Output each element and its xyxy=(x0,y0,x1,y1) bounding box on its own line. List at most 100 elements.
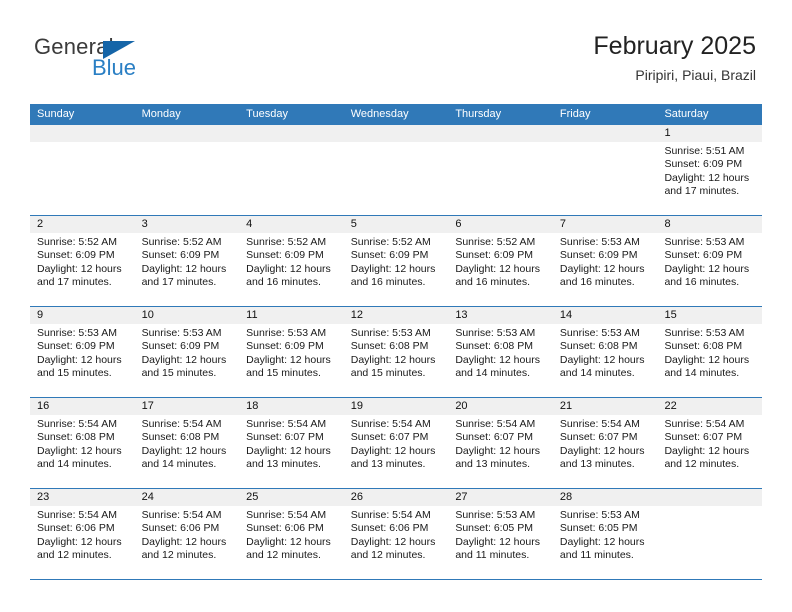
day-cell-2[interactable]: 2 Sunrise: 5:52 AM Sunset: 6:09 PM Dayli… xyxy=(30,216,135,306)
sunrise-text: Sunrise: 5:52 AM xyxy=(37,236,117,248)
day-cell-19[interactable]: 19 Sunrise: 5:54 AM Sunset: 6:07 PM Dayl… xyxy=(344,398,449,488)
day-sun-info: Sunrise: 5:53 AM Sunset: 6:08 PM Dayligh… xyxy=(351,324,443,381)
day-cell-13[interactable]: 13 Sunrise: 5:53 AM Sunset: 6:08 PM Dayl… xyxy=(448,307,553,397)
day-cell-11[interactable]: 11 Sunrise: 5:53 AM Sunset: 6:09 PM Dayl… xyxy=(239,307,344,397)
daylight-text-line2: and 15 minutes. xyxy=(37,367,112,380)
day-cell-empty xyxy=(553,125,658,215)
daylight-text-line1: Daylight: 12 hours xyxy=(37,353,122,366)
sunset-text: Sunset: 6:06 PM xyxy=(350,522,429,535)
sunset-text: Sunset: 6:09 PM xyxy=(455,249,533,262)
daylight-text-line1: Daylight: 12 hours xyxy=(559,353,645,366)
sunset-text: Sunset: 6:06 PM xyxy=(37,522,115,535)
day-cell-25[interactable]: 25 Sunrise: 5:54 AM Sunset: 6:06 PM Dayl… xyxy=(239,489,344,579)
day-cell-3[interactable]: 3 Sunrise: 5:52 AM Sunset: 6:09 PM Dayli… xyxy=(135,216,240,306)
sunset-text: Sunset: 6:08 PM xyxy=(141,431,220,444)
daylight-text-line2: and 14 minutes. xyxy=(141,458,217,471)
daylight-text-line1: Daylight: 12 hours xyxy=(559,262,645,275)
day-cell-24[interactable]: 24 Sunrise: 5:54 AM Sunset: 6:06 PM Dayl… xyxy=(135,489,240,579)
sunrise-text: Sunrise: 5:53 AM xyxy=(350,327,431,339)
sunrise-text: Sunrise: 5:51 AM xyxy=(664,145,745,157)
sunset-text: Sunset: 6:09 PM xyxy=(246,340,324,353)
day-cell-7[interactable]: 7 Sunrise: 5:53 AM Sunset: 6:09 PM Dayli… xyxy=(553,216,658,306)
weekday-header-thursday: Thursday xyxy=(455,108,502,120)
day-number: 5 xyxy=(350,218,357,230)
daylight-text-line1: Daylight: 12 hours xyxy=(246,262,331,275)
weekday-header-monday: Monday xyxy=(141,108,181,120)
sunset-text: Sunset: 6:07 PM xyxy=(455,431,533,444)
page-title: February 2025 xyxy=(593,32,756,60)
daylight-text-line2: and 17 minutes. xyxy=(141,276,217,289)
day-sun-info: Sunrise: 5:52 AM Sunset: 6:09 PM Dayligh… xyxy=(37,233,129,290)
day-cell-8[interactable]: 8 Sunrise: 5:53 AM Sunset: 6:09 PM Dayli… xyxy=(657,216,762,306)
sunrise-text: Sunrise: 5:52 AM xyxy=(455,236,536,248)
day-cell-23[interactable]: 23 Sunrise: 5:54 AM Sunset: 6:06 PM Dayl… xyxy=(30,489,135,579)
day-cell-1[interactable]: 1 Sunrise: 5:51 AM Sunset: 6:09 PM Dayli… xyxy=(657,125,762,215)
day-number: 22 xyxy=(664,400,677,412)
general-blue-logo[interactable]: General Blue xyxy=(34,36,224,86)
daylight-text-line1: Daylight: 12 hours xyxy=(350,262,436,275)
daylight-text-line2: and 15 minutes. xyxy=(141,367,217,380)
sunrise-text: Sunrise: 5:53 AM xyxy=(559,236,640,248)
day-number: 18 xyxy=(246,400,259,412)
day-cell-empty xyxy=(448,125,553,215)
daylight-text-line1: Daylight: 12 hours xyxy=(246,444,331,457)
grid-bottom-border xyxy=(30,579,762,580)
sunrise-text: Sunrise: 5:54 AM xyxy=(37,509,117,521)
day-cell-16[interactable]: 16 Sunrise: 5:54 AM Sunset: 6:08 PM Dayl… xyxy=(30,398,135,488)
sunset-text: Sunset: 6:05 PM xyxy=(559,522,638,535)
day-cell-15[interactable]: 15 Sunrise: 5:53 AM Sunset: 6:08 PM Dayl… xyxy=(657,307,762,397)
day-cell-10[interactable]: 10 Sunrise: 5:53 AM Sunset: 6:09 PM Dayl… xyxy=(135,307,240,397)
daylight-text-line1: Daylight: 12 hours xyxy=(37,535,122,548)
day-cell-17[interactable]: 17 Sunrise: 5:54 AM Sunset: 6:08 PM Dayl… xyxy=(135,398,240,488)
day-number: 9 xyxy=(37,309,44,321)
daylight-text-line1: Daylight: 12 hours xyxy=(350,444,436,457)
daylight-text-line2: and 11 minutes. xyxy=(455,549,530,562)
page-subtitle: Piripiri, Piaui, Brazil xyxy=(635,66,756,83)
daylight-text-line1: Daylight: 12 hours xyxy=(141,444,227,457)
daylight-text-line2: and 15 minutes. xyxy=(350,367,426,380)
daylight-text-line2: and 14 minutes. xyxy=(559,367,635,380)
daylight-text-line2: and 16 minutes. xyxy=(559,276,635,289)
weeks-container: 1 Sunrise: 5:51 AM Sunset: 6:09 PM Dayli… xyxy=(30,125,762,579)
day-number: 25 xyxy=(246,491,259,503)
day-cell-empty xyxy=(344,125,449,215)
day-number: 21 xyxy=(559,400,573,412)
day-cell-18[interactable]: 18 Sunrise: 5:54 AM Sunset: 6:07 PM Dayl… xyxy=(239,398,344,488)
sunset-text: Sunset: 6:09 PM xyxy=(246,249,324,262)
day-cell-14[interactable]: 14 Sunrise: 5:53 AM Sunset: 6:08 PM Dayl… xyxy=(553,307,658,397)
daylight-text-line2: and 17 minutes. xyxy=(37,276,112,289)
sunrise-text: Sunrise: 5:54 AM xyxy=(350,418,431,430)
day-number: 7 xyxy=(559,218,567,230)
day-number: 1 xyxy=(664,127,671,139)
day-cell-12[interactable]: 12 Sunrise: 5:53 AM Sunset: 6:08 PM Dayl… xyxy=(344,307,449,397)
day-cell-6[interactable]: 6 Sunrise: 5:52 AM Sunset: 6:09 PM Dayli… xyxy=(448,216,553,306)
sunrise-text: Sunrise: 5:52 AM xyxy=(246,236,327,248)
weekday-header-friday: Friday xyxy=(559,108,591,120)
day-cell-21[interactable]: 21 Sunrise: 5:54 AM Sunset: 6:07 PM Dayl… xyxy=(553,398,658,488)
day-cell-9[interactable]: 9 Sunrise: 5:53 AM Sunset: 6:09 PM Dayli… xyxy=(30,307,135,397)
daylight-text-line1: Daylight: 12 hours xyxy=(350,353,436,366)
daylight-text-line2: and 13 minutes. xyxy=(559,458,635,471)
day-cell-4[interactable]: 4 Sunrise: 5:52 AM Sunset: 6:09 PM Dayli… xyxy=(239,216,344,306)
day-cell-20[interactable]: 20 Sunrise: 5:54 AM Sunset: 6:07 PM Dayl… xyxy=(448,398,553,488)
logo-text-blue: Blue xyxy=(92,55,137,80)
day-number: 20 xyxy=(455,400,468,412)
sunset-text: Sunset: 6:05 PM xyxy=(455,522,533,535)
daylight-text-line1: Daylight: 12 hours xyxy=(37,262,122,275)
day-cell-27[interactable]: 27 Sunrise: 5:53 AM Sunset: 6:05 PM Dayl… xyxy=(448,489,553,579)
daylight-text-line2: and 13 minutes. xyxy=(350,458,426,471)
day-cell-22[interactable]: 22 Sunrise: 5:54 AM Sunset: 6:07 PM Dayl… xyxy=(657,398,762,488)
day-cell-5[interactable]: 5 Sunrise: 5:52 AM Sunset: 6:09 PM Dayli… xyxy=(344,216,449,306)
daylight-text-line2: and 16 minutes. xyxy=(664,276,740,289)
day-cell-26[interactable]: 26 Sunrise: 5:54 AM Sunset: 6:06 PM Dayl… xyxy=(344,489,449,579)
sunset-text: Sunset: 6:09 PM xyxy=(664,249,743,262)
daylight-text-line2: and 14 minutes. xyxy=(455,367,531,380)
daylight-text-line1: Daylight: 12 hours xyxy=(37,444,122,457)
day-number: 27 xyxy=(455,491,468,503)
daylight-text-line1: Daylight: 12 hours xyxy=(664,353,750,366)
day-sun-info: Sunrise: 5:53 AM Sunset: 6:05 PM Dayligh… xyxy=(455,506,547,563)
calendar-page: General Blue February 2025 Piripiri, Pia… xyxy=(0,0,792,612)
day-cell-28[interactable]: 28 Sunrise: 5:53 AM Sunset: 6:05 PM Dayl… xyxy=(553,489,658,579)
day-sun-info: Sunrise: 5:54 AM Sunset: 6:07 PM Dayligh… xyxy=(351,415,443,472)
sunrise-text: Sunrise: 5:54 AM xyxy=(37,418,117,430)
